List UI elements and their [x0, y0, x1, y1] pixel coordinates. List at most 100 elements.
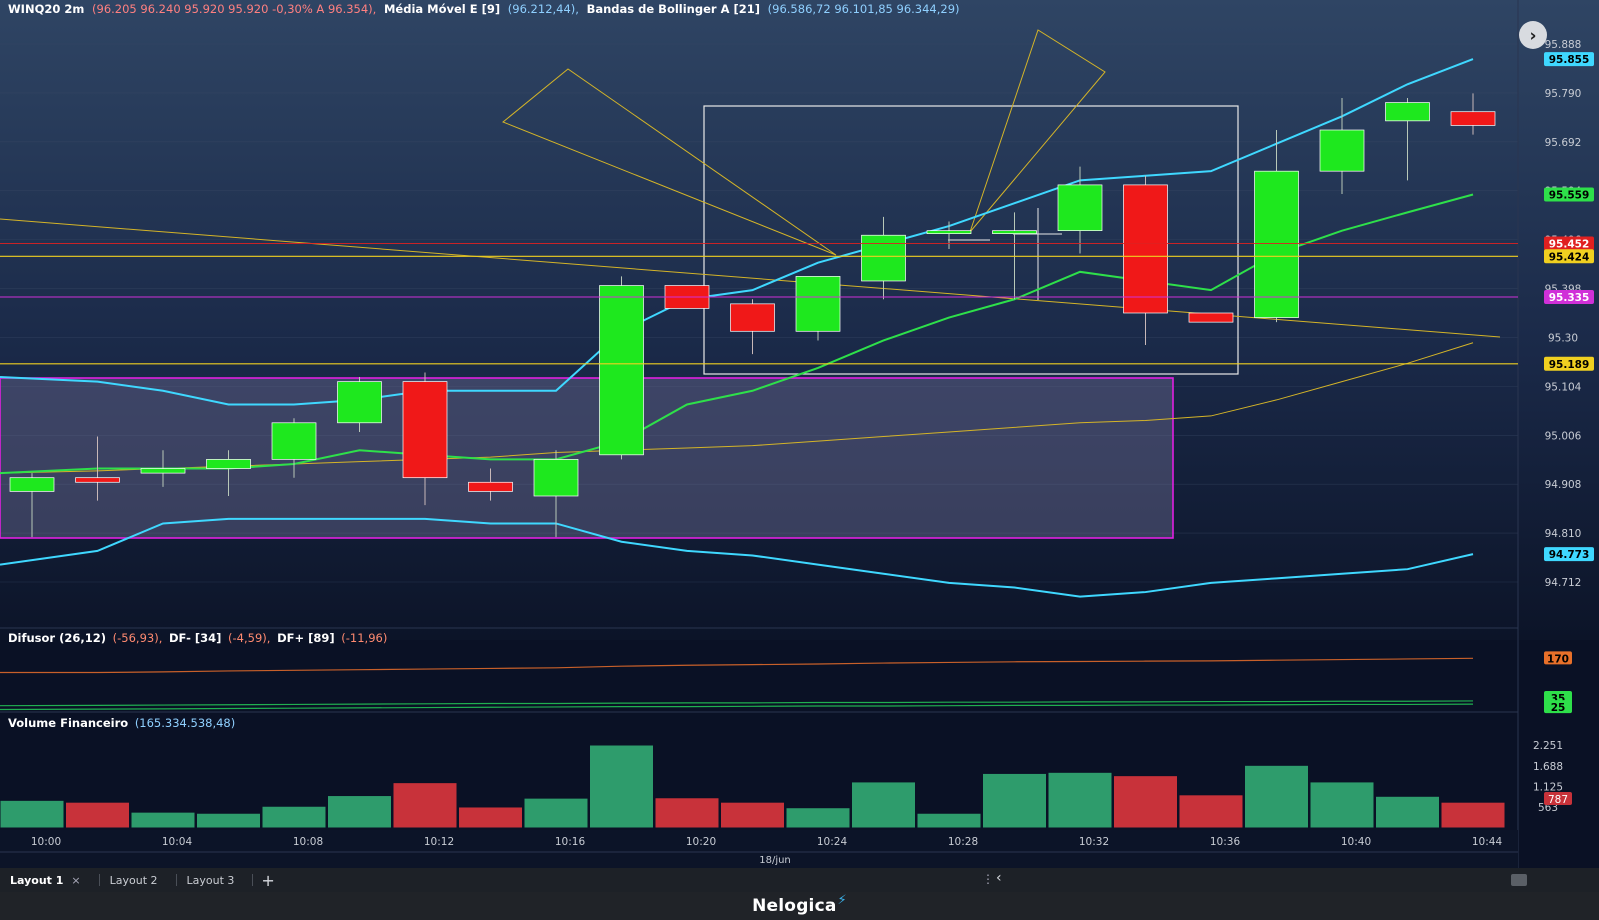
volume-bar: [1047, 771, 1113, 829]
candle-body: [140, 468, 186, 474]
difusor-label: Difusor (26,12): [8, 631, 106, 645]
price-label-badge: 94.773: [1544, 547, 1594, 562]
difusor-badge: 25: [1544, 700, 1572, 714]
candle-body: [1254, 170, 1299, 318]
candle-body: [730, 303, 775, 332]
df-plus-value: (-11,96): [341, 631, 387, 645]
price-tick: 95.692: [1545, 137, 1582, 149]
volume-bar: [130, 811, 196, 829]
chart-canvas[interactable]: 95.88895.79095.69295.59495.49695.39895.3…: [0, 0, 1599, 868]
time-tick: 10:44: [1472, 836, 1503, 848]
price-tick: 95.104: [1545, 381, 1582, 393]
tab-label: Layout 2: [109, 873, 158, 887]
volume-bar: [1244, 764, 1309, 829]
candle-body: [271, 422, 317, 460]
volume-bar: [916, 812, 982, 829]
collapse-left-icon[interactable]: ‹: [996, 870, 1002, 886]
more-options-icon[interactable]: ⋮: [982, 872, 994, 886]
volume-bar: [523, 797, 589, 829]
candle-body: [402, 381, 448, 479]
ohlc-values: (96.205 96.240 95.920 95.920 -0,30% A 96…: [92, 2, 376, 16]
time-tick: 10:00: [31, 836, 61, 848]
badge-text: 170: [1547, 653, 1569, 665]
difusor-badge: 170: [1544, 651, 1572, 665]
tab-layout-3[interactable]: Layout 3: [177, 874, 253, 887]
candle-body: [1057, 184, 1103, 232]
candle: [795, 276, 841, 341]
volume-tick: 1.125: [1533, 782, 1563, 794]
price-label-badge: 95.189: [1544, 356, 1594, 371]
price-label-badge: 95.424: [1544, 249, 1594, 264]
candle: [1188, 312, 1234, 323]
tab-layout-2[interactable]: Layout 2: [100, 874, 176, 887]
time-tick: 10:08: [293, 836, 323, 848]
time-tick: 10:16: [555, 836, 586, 848]
chevron-right-icon: ›: [1529, 26, 1536, 46]
footer: Nelogica ⚡: [0, 892, 1599, 920]
badge-text: 95.559: [1549, 190, 1590, 202]
time-tick: 10:12: [424, 836, 454, 848]
time-tick: 10:40: [1341, 836, 1371, 848]
volume-bar: [982, 772, 1047, 829]
time-tick: 10:04: [162, 836, 193, 848]
badge-text: 94.773: [1549, 549, 1590, 561]
price-tick: 95.006: [1545, 430, 1582, 442]
divider: [252, 874, 254, 886]
price-tick: 95.30: [1548, 332, 1578, 344]
brand-logo: Nelogica ⚡: [752, 892, 847, 917]
lightning-icon: ⚡: [837, 892, 847, 908]
trading-chart[interactable]: 95.88895.79095.69295.59495.49695.39895.3…: [0, 0, 1599, 920]
volume-bar: [851, 781, 916, 829]
bb-label: Bandas de Bollinger A [21]: [587, 2, 760, 16]
time-tick: 10:24: [817, 836, 848, 848]
price-label-badge: 95.335: [1544, 289, 1594, 304]
time-tick: 10:36: [1210, 836, 1241, 848]
volume-header: Volume Financeiro (165.334.538,48): [8, 716, 235, 730]
candle-body: [926, 230, 972, 235]
difusor-value: (-56,93),: [113, 631, 163, 645]
symbol-label: WINQ20 2m: [8, 2, 84, 16]
tab-label: Layout 3: [186, 873, 235, 887]
candle-body: [1123, 184, 1168, 314]
volume-bar: [1309, 781, 1375, 829]
tab-layout-1[interactable]: Layout 1 ×: [0, 874, 99, 887]
candle-body: [861, 234, 906, 282]
price-tick: 94.712: [1545, 577, 1582, 589]
candle-body: [795, 276, 841, 332]
scroll-handle[interactable]: [1511, 874, 1527, 886]
volume-bar: [1178, 794, 1244, 829]
chart-header: WINQ20 2m (96.205 96.240 95.920 95.920 -…: [8, 2, 960, 16]
candle-body: [468, 481, 513, 492]
time-tick: 10:28: [948, 836, 978, 848]
candle-body: [1188, 312, 1234, 323]
volume-bar: [1375, 795, 1440, 829]
close-icon[interactable]: ×: [71, 874, 80, 887]
volume-bar: [327, 795, 392, 829]
badge-text: 95.855: [1549, 54, 1590, 66]
candle-body: [206, 459, 251, 469]
volume-value: (165.334.538,48): [135, 716, 235, 730]
candle-body: [599, 285, 644, 456]
volume-bar: [458, 806, 523, 829]
candle-body: [1385, 102, 1430, 122]
price-tick: 95.790: [1545, 88, 1582, 100]
volume-bar: [589, 744, 654, 829]
volume-tick: 1.688: [1533, 761, 1563, 773]
add-layout-icon[interactable]: +: [261, 871, 274, 890]
candle-body: [1450, 111, 1496, 126]
volume-bar: [392, 782, 458, 829]
badge-text: 95.189: [1549, 359, 1590, 371]
volume-bar: [785, 807, 851, 829]
price-tick: 94.810: [1545, 528, 1582, 540]
volume-bar: [261, 805, 327, 829]
candle-body: [75, 477, 120, 483]
tab-label: Layout 1: [10, 873, 64, 887]
volume-label: Volume Financeiro: [8, 716, 128, 730]
price-tick: 95.888: [1545, 39, 1582, 51]
volume-bar: [1440, 801, 1506, 829]
nav-next-button[interactable]: ›: [1519, 21, 1547, 49]
layout-tab-bar: Layout 1 × Layout 2 Layout 3 + ⋮ ‹: [0, 868, 1599, 892]
price-label-badge: 95.559: [1544, 187, 1594, 202]
price-label-badge: 95.452: [1544, 236, 1594, 251]
volume-bar: [196, 812, 261, 829]
